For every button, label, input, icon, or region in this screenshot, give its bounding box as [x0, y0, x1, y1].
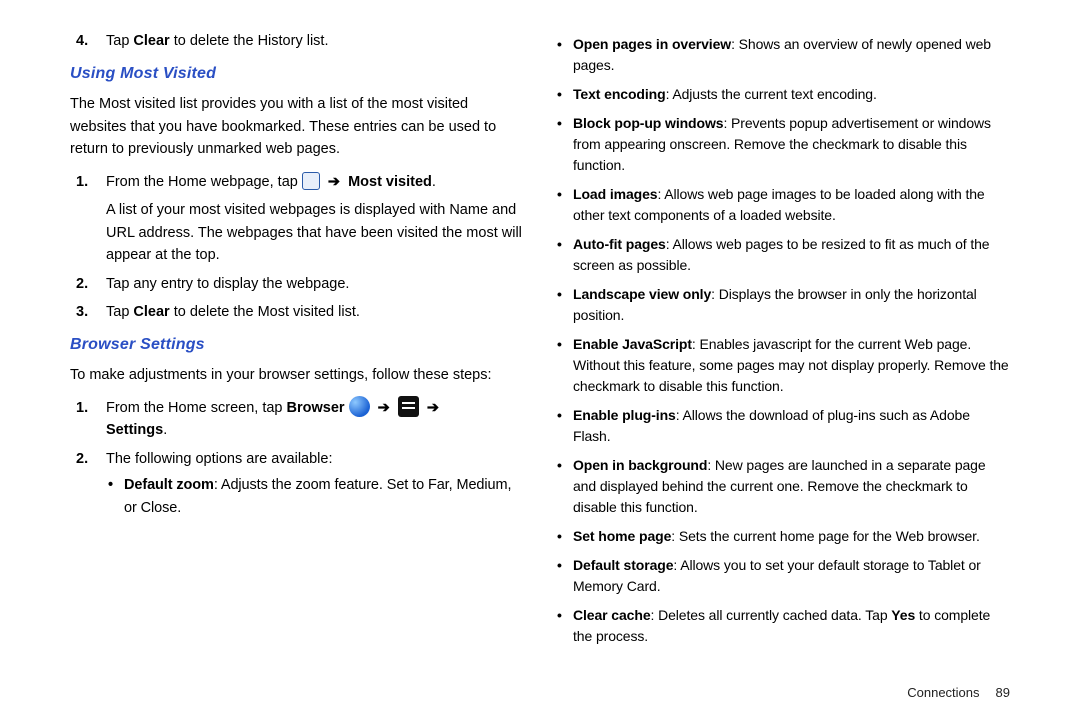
step-body: Tap Clear to delete the History list. — [106, 30, 525, 52]
page: 4. Tap Clear to delete the History list.… — [0, 0, 1080, 720]
option-term: Default zoom — [124, 477, 214, 493]
option-term: Enable plug-ins — [573, 407, 676, 423]
text: . — [432, 174, 436, 190]
option-term: Landscape view only — [573, 286, 711, 302]
step-detail: A list of your most visited webpages is … — [106, 199, 525, 266]
right-column: Open pages in overview: Shows an overvie… — [540, 30, 1025, 700]
list-item: Default zoom: Adjusts the zoom feature. … — [106, 474, 525, 519]
list-item: 4. Tap Clear to delete the History list. — [70, 30, 525, 52]
list-item: Clear cache: Deletes all currently cache… — [555, 605, 1010, 647]
option-term: Block pop-up windows — [573, 115, 723, 131]
heading-using-most-visited: Using Most Visited — [70, 62, 525, 87]
list-item: Open in background: New pages are launch… — [555, 455, 1010, 518]
option-term: Clear cache — [573, 607, 651, 623]
bookmark-icon — [302, 172, 320, 190]
option-term: Load images — [573, 186, 657, 202]
most-visited-steps: 1. From the Home webpage, tap ➔ Most vis… — [70, 171, 525, 324]
page-footer: Connections 89 — [907, 685, 1010, 700]
list-item: Enable JavaScript: Enables javascript fo… — [555, 334, 1010, 397]
list-item: Enable plug-ins: Allows the download of … — [555, 405, 1010, 447]
bold-text: Browser — [287, 400, 345, 416]
arrow-icon: ➔ — [324, 174, 344, 190]
list-item: 2. The following options are available: … — [70, 448, 525, 527]
option-text: Open pages in overview: Shows an overvie… — [573, 34, 1010, 76]
option-term: Auto-fit pages — [573, 236, 666, 252]
option-term: Text encoding — [573, 86, 666, 102]
text: Tap — [106, 33, 133, 49]
bold-text: Clear — [133, 304, 169, 320]
arrow-icon: ➔ — [423, 400, 443, 416]
option-text: Enable plug-ins: Allows the download of … — [573, 405, 1010, 447]
option-term: Open in background — [573, 457, 707, 473]
option-term: Enable JavaScript — [573, 336, 692, 352]
list-item: Load images: Allows web page images to b… — [555, 184, 1010, 226]
text: . — [163, 422, 167, 438]
heading-browser-settings: Browser Settings — [70, 333, 525, 358]
option-desc: : Sets the current home page for the Web… — [671, 528, 979, 544]
option-term: Open pages in overview — [573, 36, 731, 52]
menu-icon — [398, 396, 419, 417]
option-text: Open in background: New pages are launch… — [573, 455, 1010, 518]
step-body: Tap Clear to delete the Most visited lis… — [106, 301, 525, 323]
intro-paragraph: The Most visited list provides you with … — [70, 93, 525, 160]
step-body: Tap any entry to display the webpage. — [106, 273, 525, 295]
globe-icon — [349, 396, 370, 417]
text: to delete the Most visited list. — [170, 304, 360, 320]
step-number: 2. — [70, 273, 106, 295]
browser-settings-steps: 1. From the Home screen, tap Browser ➔ ➔… — [70, 397, 525, 527]
text: to delete the History list. — [170, 33, 329, 49]
text: From the Home screen, tap — [106, 400, 287, 416]
bold-text: Clear — [133, 33, 169, 49]
text: From the Home webpage, tap — [106, 174, 302, 190]
step-number: 3. — [70, 301, 106, 323]
options-list-right: Open pages in overview: Shows an overvie… — [555, 34, 1010, 647]
option-term: Set home page — [573, 528, 671, 544]
list-item: 1. From the Home screen, tap Browser ➔ ➔… — [70, 397, 525, 442]
bold-text: Yes — [891, 607, 915, 623]
option-text: Block pop-up windows: Prevents popup adv… — [573, 113, 1010, 176]
list-item: 2. Tap any entry to display the webpage. — [70, 273, 525, 295]
list-item: Block pop-up windows: Prevents popup adv… — [555, 113, 1010, 176]
arrow-icon: ➔ — [374, 400, 394, 416]
list-item: Landscape view only: Displays the browse… — [555, 284, 1010, 326]
list-item: Set home page: Sets the current home pag… — [555, 526, 1010, 547]
step-number: 1. — [70, 397, 106, 442]
option-text: Clear cache: Deletes all currently cache… — [573, 605, 1010, 647]
option-desc: : Adjusts the current text encoding. — [666, 86, 877, 102]
list-item: Text encoding: Adjusts the current text … — [555, 84, 1010, 105]
step-body: The following options are available: Def… — [106, 448, 525, 527]
list-item: 3. Tap Clear to delete the Most visited … — [70, 301, 525, 323]
list-item: Open pages in overview: Shows an overvie… — [555, 34, 1010, 76]
step-number: 2. — [70, 448, 106, 527]
option-text: Default zoom: Adjusts the zoom feature. … — [124, 474, 525, 519]
option-text: Set home page: Sets the current home pag… — [573, 526, 980, 547]
list-item: Default storage: Allows you to set your … — [555, 555, 1010, 597]
option-text: Auto-fit pages: Allows web pages to be r… — [573, 234, 1010, 276]
step-number: 4. — [70, 30, 106, 52]
option-text: Default storage: Allows you to set your … — [573, 555, 1010, 597]
option-text: Text encoding: Adjusts the current text … — [573, 84, 877, 105]
option-text: Landscape view only: Displays the browse… — [573, 284, 1010, 326]
bold-text: Most visited — [348, 174, 432, 190]
text: The following options are available: — [106, 451, 333, 467]
option-desc: : Deletes all currently cached data. Tap — [651, 607, 892, 623]
option-term: Default storage — [573, 557, 673, 573]
step-body: From the Home screen, tap Browser ➔ ➔ Se… — [106, 397, 525, 442]
option-text: Enable JavaScript: Enables javascript fo… — [573, 334, 1010, 397]
option-text: Load images: Allows web page images to b… — [573, 184, 1010, 226]
intro-paragraph: To make adjustments in your browser sett… — [70, 364, 525, 386]
left-column: 4. Tap Clear to delete the History list.… — [55, 30, 540, 700]
step-number: 1. — [70, 171, 106, 267]
step-body: From the Home webpage, tap ➔ Most visite… — [106, 171, 525, 267]
list-item: Auto-fit pages: Allows web pages to be r… — [555, 234, 1010, 276]
history-steps-continued: 4. Tap Clear to delete the History list. — [70, 30, 525, 52]
bold-text: Settings — [106, 422, 163, 438]
list-item: 1. From the Home webpage, tap ➔ Most vis… — [70, 171, 525, 267]
text: Tap — [106, 304, 133, 320]
options-list-left: Default zoom: Adjusts the zoom feature. … — [106, 474, 525, 519]
footer-page-number: 89 — [996, 685, 1010, 700]
footer-section: Connections — [907, 685, 979, 700]
